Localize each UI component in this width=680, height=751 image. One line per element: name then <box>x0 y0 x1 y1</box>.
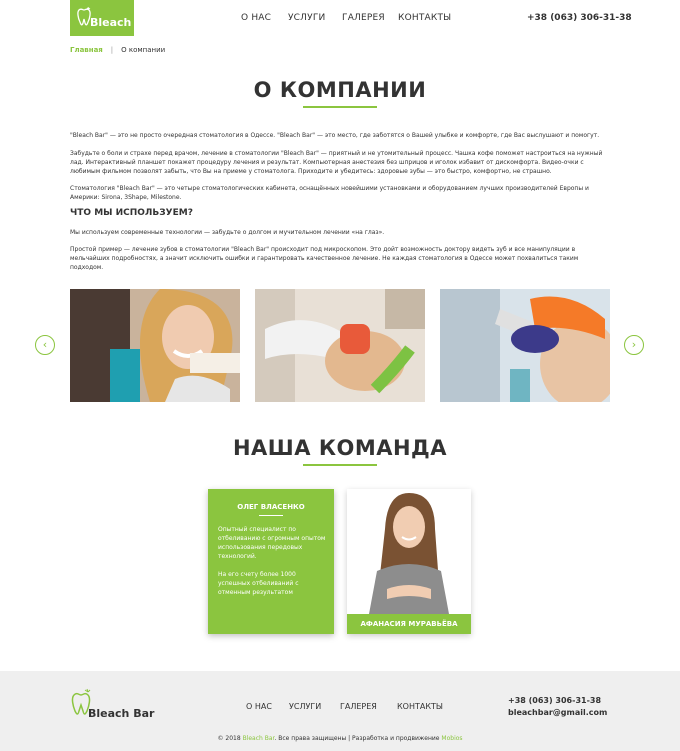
gallery-photo-treatment[interactable] <box>255 289 425 402</box>
breadcrumb: Главная | О компании <box>70 46 165 54</box>
about-paragraph-1: "Bleach Bar" — это не просто очередная с… <box>70 132 600 139</box>
nav-contacts[interactable]: КОНТАКТЫ <box>398 13 451 23</box>
footer-nav-gallery[interactable]: ГАЛЕРЕЯ <box>340 702 377 711</box>
about-paragraph-2: Забудьте о боли и страхе перед врачом, л… <box>70 150 603 175</box>
breadcrumb-home[interactable]: Главная <box>70 46 103 54</box>
team-card-muraveva[interactable]: АФАНАСИЯ МУРАВЬЁВА <box>347 489 471 634</box>
about-paragraph-5: Простой пример — лечение зубов в стомато… <box>70 246 579 271</box>
gallery-photo-1-image <box>70 289 240 402</box>
title-underline <box>303 106 377 108</box>
team-title-underline <box>303 464 377 466</box>
chevron-right-icon: › <box>631 338 637 351</box>
gallery-prev-button[interactable]: ‹ <box>35 335 55 355</box>
gallery-photo-2-image <box>255 289 425 402</box>
gallery-next-button[interactable]: › <box>624 335 644 355</box>
gallery-photo-3-image <box>440 289 610 402</box>
about-paragraph-3: Стоматология "Bleach Bar" — это четыре с… <box>70 185 589 201</box>
copyright-middle: . Все права защищены | Разработка и прод… <box>274 735 442 742</box>
name-divider <box>259 515 283 516</box>
nav-gallery[interactable]: ГАЛЕРЕЯ <box>342 13 385 23</box>
team-member-description: Опытный специалист по отбеливанию с огро… <box>218 525 326 597</box>
about-paragraph-4: Мы используем современные технологии — з… <box>70 229 385 236</box>
section-subtitle: ЧТО МЫ ИСПОЛЬЗУЕМ? <box>70 208 193 218</box>
footer-logo-text: Bleach Bar <box>88 707 155 720</box>
nav-services[interactable]: УСЛУГИ <box>288 13 325 23</box>
breadcrumb-current: О компании <box>121 46 166 54</box>
logo[interactable]: Bleach Bar <box>70 0 156 36</box>
developer-link[interactable]: Mobios <box>441 735 462 742</box>
footer-nav-about[interactable]: О НАС <box>246 702 272 711</box>
team-title: НАША КОМАНДА <box>232 436 448 460</box>
footer-phone[interactable]: +38 (063) 306-31-38 <box>508 696 601 705</box>
breadcrumb-separator: | <box>110 46 114 54</box>
copyright-brand-link[interactable]: Bleach Bar <box>243 735 275 742</box>
team-member-description-1: Опытный специалист по отбеливанию с огро… <box>218 526 326 560</box>
gallery-photo-whitening[interactable] <box>440 289 610 402</box>
team-member-description-2: На его счету более 1000 успешных отбелив… <box>218 571 299 596</box>
page-title: О КОМПАНИИ <box>253 78 427 102</box>
nav-about[interactable]: О НАС <box>241 13 271 23</box>
header-phone[interactable]: +38 (063) 306-31-38 <box>527 13 632 23</box>
copyright: © 2018 Bleach Bar. Все права защищены | … <box>0 735 680 742</box>
team-card-vlasenko[interactable]: ОЛЕГ ВЛАСЕНКО Опытный специалист по отбе… <box>208 489 334 634</box>
team-member-name: ОЛЕГ ВЛАСЕНКО <box>237 503 305 511</box>
team-member-name: АФАНАСИЯ МУРАВЬЁВА <box>347 614 471 634</box>
logo-text: Bleach Bar <box>90 16 157 29</box>
copyright-prefix: © 2018 <box>217 735 243 742</box>
footer-nav-contacts[interactable]: КОНТАКТЫ <box>397 702 443 711</box>
footer-email[interactable]: bleachbar@gmail.com <box>508 708 607 717</box>
chevron-left-icon: ‹ <box>42 338 48 351</box>
footer-logo[interactable]: Bleach Bar <box>70 687 154 723</box>
team-member-photo <box>347 489 471 614</box>
gallery-photo-shade-guide[interactable] <box>70 289 240 402</box>
footer-nav-services[interactable]: УСЛУГИ <box>289 702 321 711</box>
